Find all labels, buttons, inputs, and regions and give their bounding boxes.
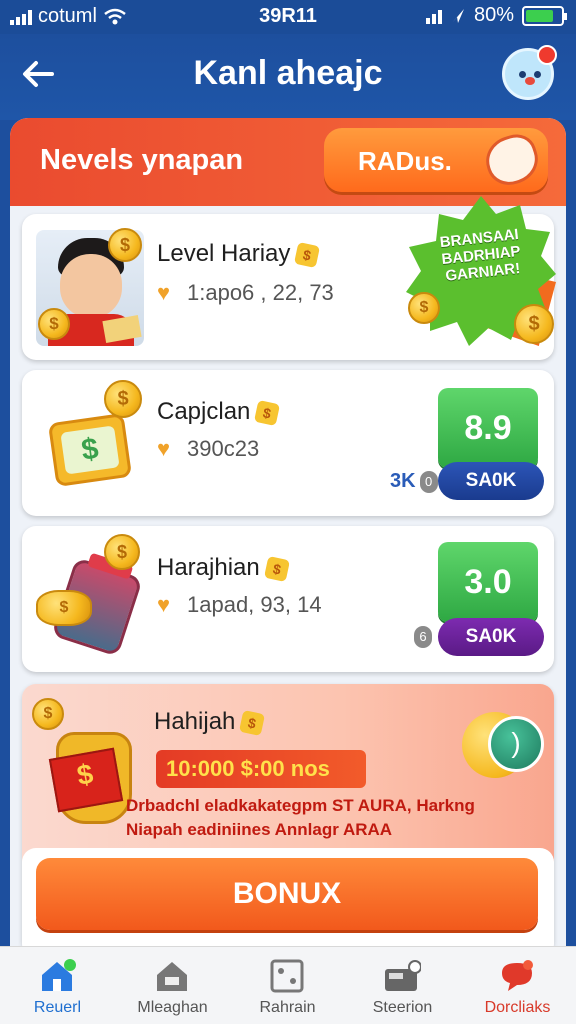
tab-label: Mleaghan (137, 999, 208, 1016)
score-box: 8.9 (438, 388, 538, 468)
star-icon: $ (294, 241, 321, 268)
tab-bar: Reuerl Mleaghan Rahrain Steerion Dorclia… (0, 946, 576, 1024)
coin-icon: $ (32, 698, 64, 730)
nav-bar: Kanl aheajc (0, 34, 576, 120)
card-name: Harajhian $ (157, 554, 290, 582)
bonus-title: Hahijah $ (154, 708, 266, 736)
bonus-amount: 10:000 $:00 nos (156, 750, 366, 788)
tab-mleaghan[interactable]: Mleaghan (115, 947, 230, 1024)
home-icon (157, 962, 187, 991)
card-meta: ♥ 1:apo6 , 22, 73 (157, 280, 334, 305)
sak-button[interactable]: SA0K (438, 618, 544, 656)
info-icon: 6 (414, 626, 432, 648)
ticket-icon (479, 129, 545, 191)
coin-icon: $ (104, 534, 140, 570)
jar-card[interactable]: $ $ Harajhian $ ♥ 1apad, 93, 14 3.0 6 SA0K (22, 526, 554, 672)
tab-label: Dorcliaks (484, 999, 551, 1016)
heart-icon: ♥ (157, 280, 171, 305)
cell-signal-icon (425, 8, 442, 24)
location-icon (451, 8, 464, 23)
bonus-description: Drbadchl eladkakategpm ST AURA, Harkng (126, 796, 475, 815)
bonus-description: Niapah eadiniines Annlagr ARAA (126, 820, 393, 839)
stamp-icon (102, 315, 142, 343)
battery-icon (522, 5, 567, 26)
score-box: 3.0 (438, 542, 538, 622)
coin-icon: $ (38, 308, 70, 340)
star-icon: $ (254, 399, 281, 426)
toggle-coin-icon[interactable]: ) (462, 712, 544, 778)
money-bag-icon: $ (48, 732, 132, 824)
section-title: Nevels ynapan (40, 144, 244, 176)
status-bar: cotuml 39R11 80% (0, 0, 576, 34)
sak-button[interactable]: SA0K (438, 462, 544, 500)
sub-label: 3K 0 (390, 470, 438, 493)
notification-dot-icon (537, 45, 557, 65)
heart-icon: ♥ (157, 592, 171, 617)
card-name: Capjclan $ (157, 398, 281, 426)
coin-icon: $ (104, 380, 142, 418)
mascot-avatar-icon[interactable] (502, 45, 557, 100)
card-name: Level Hariay $ (157, 240, 321, 268)
tab-dorcliaks[interactable]: Dorcliaks (460, 947, 575, 1024)
coin-stack-icon: $ (36, 590, 92, 626)
card-meta: ♥ 390c23 (157, 436, 260, 461)
cash-card[interactable]: $ $ Capjclan $ ♥ 390c23 8.9 3K 0 SA0K (22, 370, 554, 516)
tab-label: Rahrain (259, 999, 316, 1016)
coin-icon: $ (108, 228, 142, 262)
wallet-icon (385, 960, 421, 991)
chat-icon (502, 960, 533, 991)
tab-reuerl[interactable]: Reuerl (0, 947, 115, 1024)
promo-badge[interactable]: BRANSAAI BADRHIAP GARNIAR! $ $ (406, 196, 556, 346)
status-right: 80% (425, 4, 567, 27)
house-icon (42, 959, 76, 991)
dice-icon (270, 959, 304, 993)
tab-label: Steerion (372, 999, 433, 1016)
radus-button-label: RADus. (358, 146, 452, 176)
coin-icon: $ (514, 304, 554, 344)
coin-icon: $ (408, 292, 440, 324)
battery-percent: 80% (473, 4, 514, 26)
tab-label: Reuerl (33, 999, 82, 1016)
star-icon: $ (263, 555, 290, 582)
heart-icon: ♥ (157, 436, 171, 461)
bonus-button[interactable]: BONUX (36, 858, 538, 930)
tab-steerion[interactable]: Steerion (345, 947, 460, 1024)
tab-rahrain[interactable]: Rahrain (230, 947, 345, 1024)
section-header: Nevels ynapan RADus. (10, 118, 566, 206)
star-icon: $ (239, 709, 266, 736)
card-meta: ♥ 1apad, 93, 14 (157, 592, 322, 617)
cash-icon: $ (47, 413, 133, 487)
page-title: Kanl aheajc (193, 54, 383, 92)
radus-button[interactable]: RADus. (324, 128, 548, 192)
